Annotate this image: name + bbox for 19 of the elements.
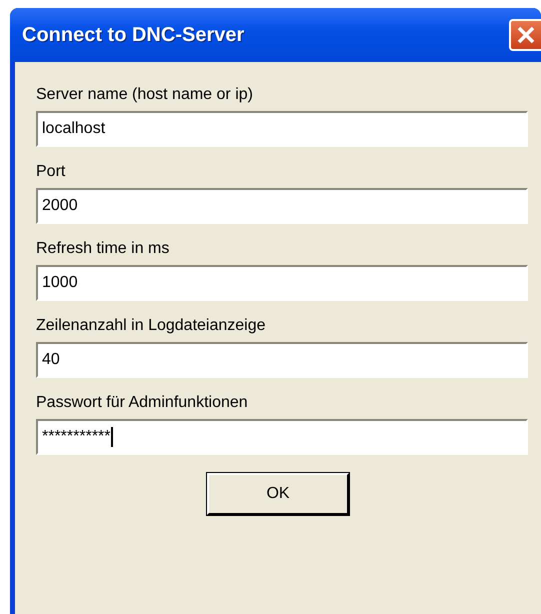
field-label: Zeilenanzahl in Logdateianzeige [36,316,267,336]
input-field[interactable]: localhost [36,111,528,147]
field-value: 1000 [42,274,78,292]
field-value: *********** [42,428,110,446]
ok-button[interactable]: OK [207,473,349,515]
input-field[interactable]: 1000 [36,265,528,301]
field-value: 40 [42,351,60,369]
close-button[interactable] [509,19,541,51]
field-label: Passwort für Adminfunktionen [36,393,249,413]
window-title: Connect to DNC-Server [22,24,244,46]
field-value: localhost [42,120,106,138]
field-label: Port [36,162,66,182]
input-field[interactable]: *********** [36,419,528,455]
field-label: Refresh time in ms [36,239,170,259]
field-label: Server name (host name or ip) [36,85,254,105]
close-icon [516,25,536,45]
field-value: 2000 [42,197,78,215]
input-field[interactable]: 2000 [36,188,528,224]
input-field[interactable]: 40 [36,342,528,378]
